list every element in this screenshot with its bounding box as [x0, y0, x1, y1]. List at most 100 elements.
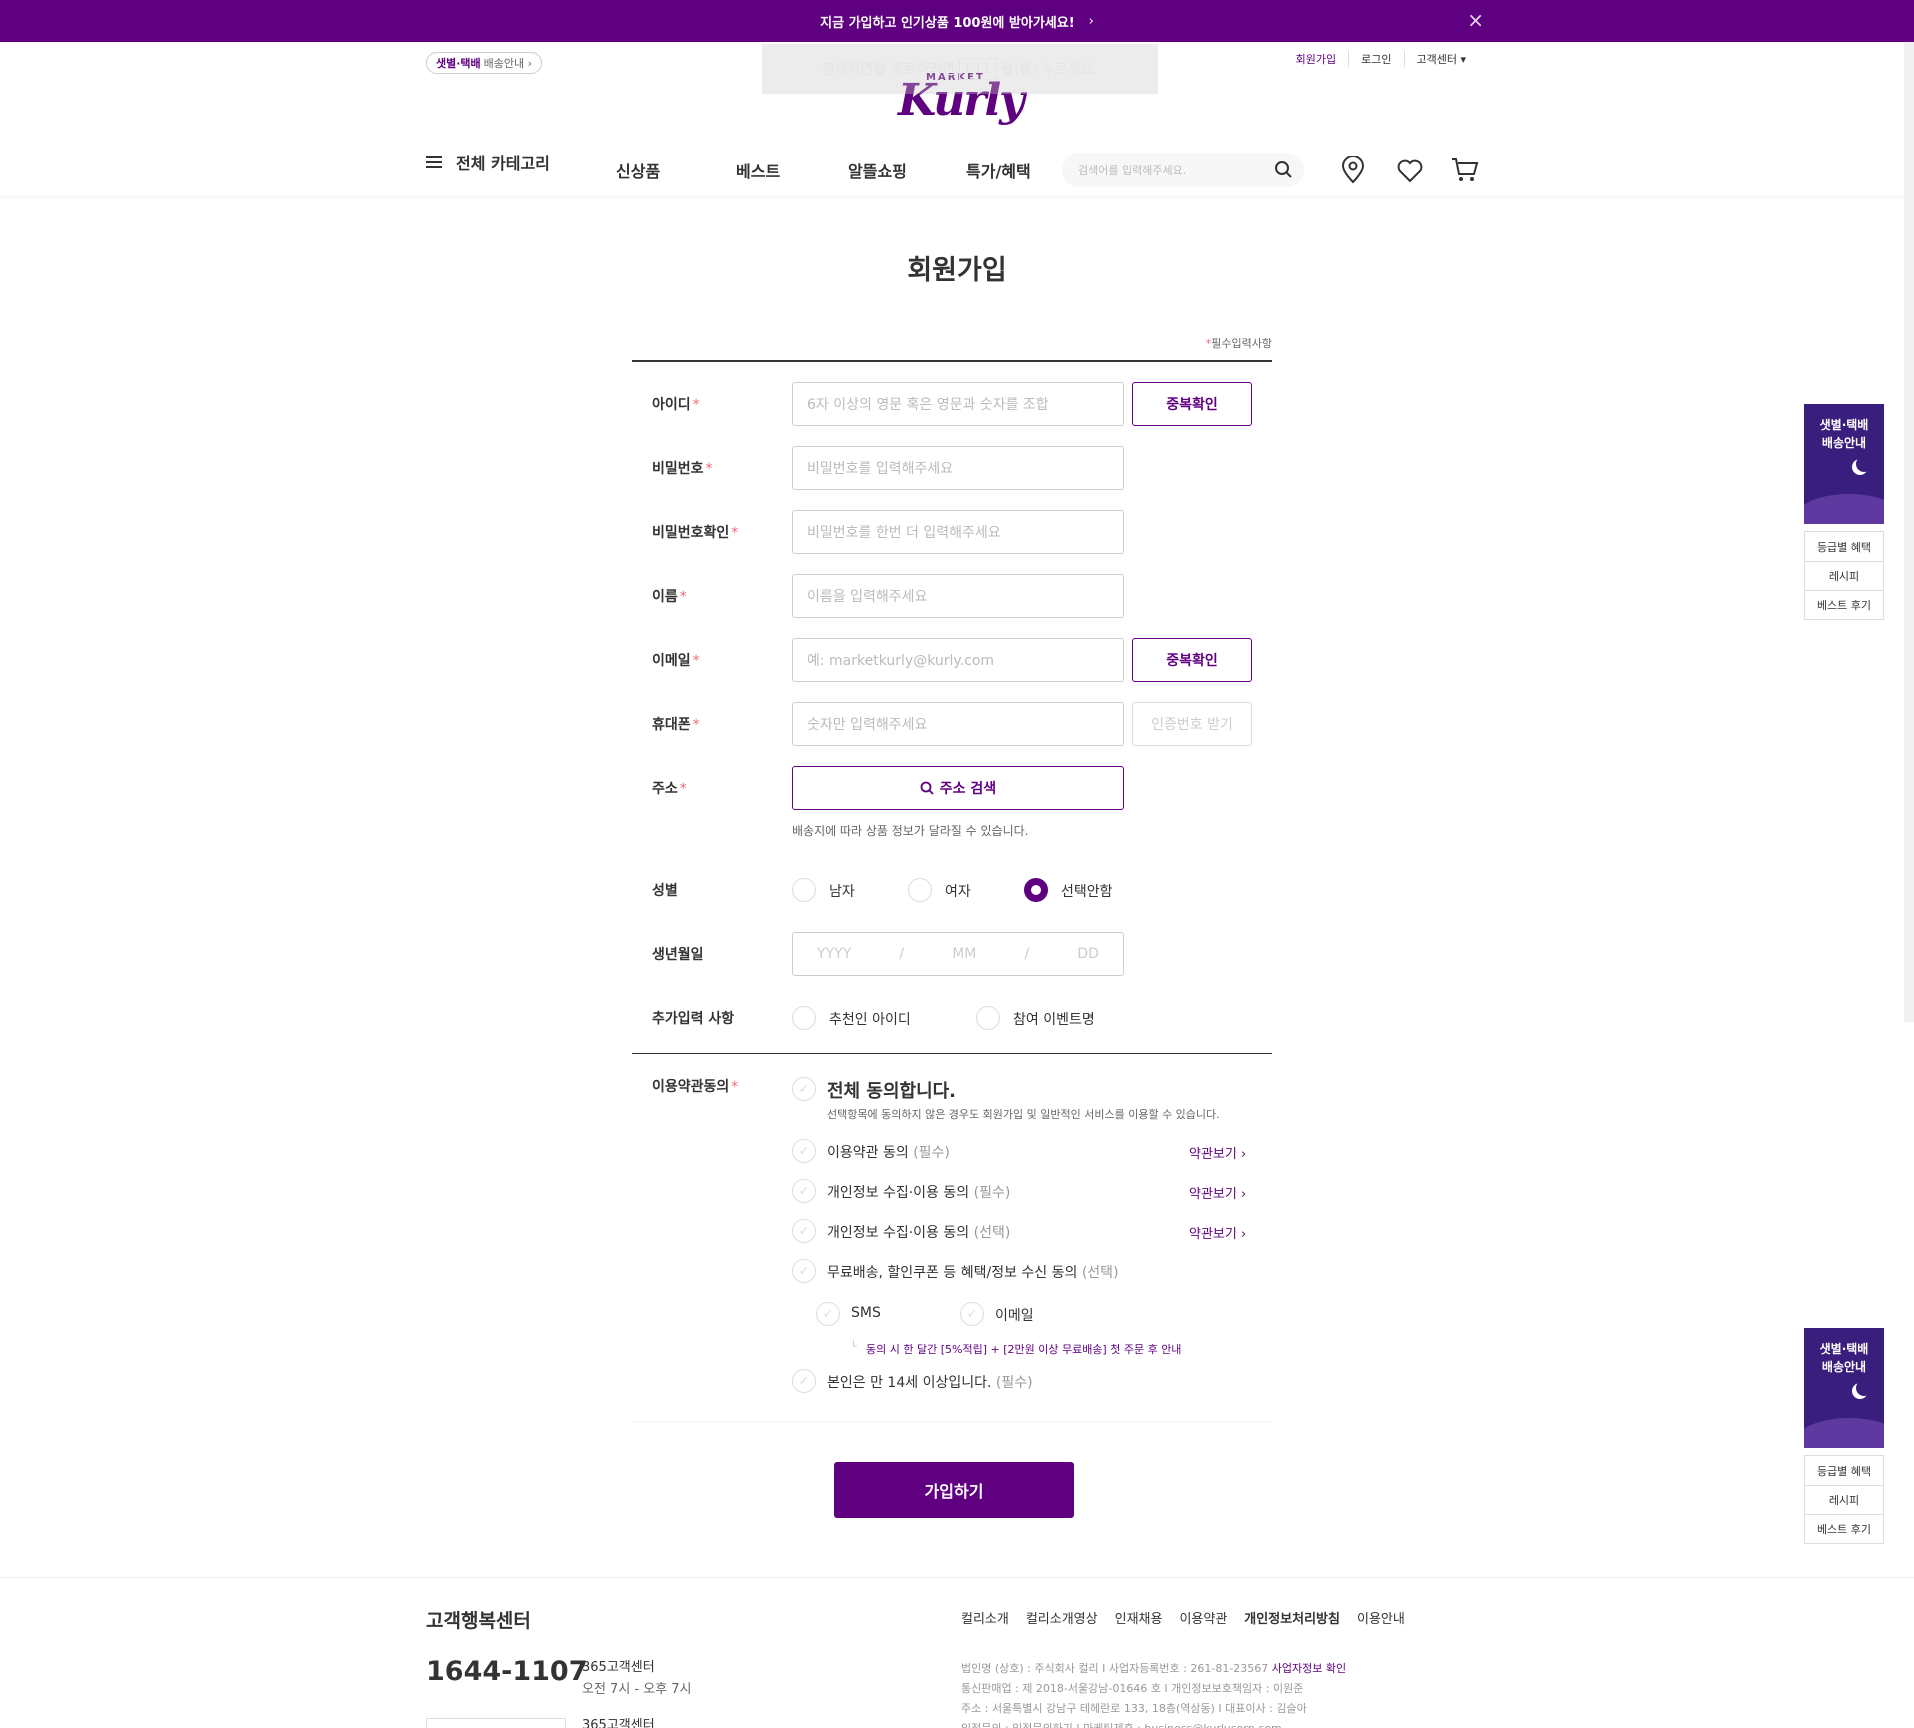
name-label-text: 이름 [652, 589, 678, 605]
marketing-consent-checkbox[interactable]: ✓ [792, 1259, 816, 1283]
terms-of-use-tag: (필수) [913, 1145, 950, 1161]
nav-special[interactable]: 특가/혜택 [966, 158, 1031, 182]
email-label-text: 이메일 [652, 653, 691, 669]
birth-month-input[interactable]: MM [952, 946, 976, 962]
agree-all-checkbox[interactable]: ✓ [792, 1077, 816, 1101]
age-consent-text: 본인은 만 14세 이상입니다. [827, 1375, 992, 1391]
phone-label-text: 휴대폰 [652, 717, 691, 733]
terms-of-use-view-link[interactable]: 약관보기 › [1189, 1143, 1246, 1162]
email-consent-checkbox[interactable]: ✓ [960, 1302, 984, 1326]
required-star: * [705, 461, 713, 477]
phone-input[interactable]: 숫자만 입력해주세요 [792, 702, 1124, 746]
phone-label: 휴대폰 * [652, 714, 700, 734]
privacy-required-text: 개인정보 수집·이용 동의 [827, 1185, 970, 1201]
id-duplicate-check-button[interactable]: 중복확인 [1132, 382, 1252, 426]
email-label: 이메일 * [652, 650, 700, 670]
birth-day-input[interactable]: DD [1077, 946, 1099, 962]
nav-best[interactable]: 베스트 [736, 158, 780, 182]
top-promo-banner[interactable]: 지금 가입하고 인기상품 100원에 받아가세요! › [0, 0, 1914, 42]
all-category-menu[interactable]: 전체 카테고리 [426, 150, 550, 174]
footer-link-video[interactable]: 컬리소개영상 [1026, 1608, 1098, 1627]
password-input[interactable]: 비밀번호를 입력해주세요 [792, 446, 1124, 490]
terms-label-text: 이용약관동의 [652, 1079, 730, 1095]
chevron-right-icon: › [1088, 13, 1094, 29]
privacy-optional-checkbox[interactable]: ✓ [792, 1219, 816, 1243]
sms-consent-checkbox[interactable]: ✓ [816, 1302, 840, 1326]
email-duplicate-check-button[interactable]: 중복확인 [1132, 638, 1252, 682]
banner-text: 지금 가입하고 인기상품 100원에 받아가세요! [820, 15, 1075, 31]
gender-female-label: 여자 [945, 884, 971, 900]
age-consent-checkbox[interactable]: ✓ [792, 1369, 816, 1393]
terms-of-use-checkbox[interactable]: ✓ [792, 1139, 816, 1163]
login-link[interactable]: 로그인 [1348, 51, 1403, 67]
scrollbar[interactable] [1904, 42, 1914, 1022]
location-pin-icon[interactable] [1340, 156, 1366, 184]
heart-icon[interactable] [1396, 158, 1424, 184]
event-name-label: 참여 이벤트명 [1013, 1012, 1095, 1028]
footer-link-guide[interactable]: 이용안내 [1357, 1608, 1405, 1627]
address-search-label: 주소 검색 [939, 781, 997, 797]
gender-male-radio[interactable] [792, 878, 816, 902]
age-consent-label: 본인은 만 14세 이상입니다. (필수) [827, 1372, 1033, 1392]
side-best-review-link[interactable]: 베스트 후기 [1805, 1514, 1883, 1543]
search-icon[interactable] [1274, 160, 1294, 180]
name-input[interactable]: 이름을 입력해주세요 [792, 574, 1124, 618]
privacy-optional-view-link[interactable]: 약관보기 › [1189, 1223, 1246, 1242]
address-label: 주소 * [652, 778, 687, 798]
delivery-info-pill[interactable]: 샛별·택배 배송안내 › [426, 52, 543, 74]
cart-icon[interactable] [1450, 156, 1480, 184]
signup-link[interactable]: 회원가입 [1284, 51, 1348, 67]
footer-link-about[interactable]: 컬리소개 [961, 1608, 1009, 1627]
nav-new[interactable]: 신상품 [616, 158, 660, 182]
signup-submit-button[interactable]: 가입하기 [834, 1462, 1074, 1518]
business-info-link[interactable]: 사업자정보 확인 [1272, 1662, 1346, 1675]
gender-none-radio[interactable] [1024, 878, 1048, 902]
privacy-optional-text: 개인정보 수집·이용 동의 [827, 1225, 970, 1241]
address-note: 배송지에 따라 상품 정보가 달라질 수 있습니다. [792, 824, 1029, 838]
footer-info-text: 법인명 (상호) : 주식회사 컬리 I 사업자등록번호 : 261-81-23… [961, 1662, 1269, 1675]
password-confirm-label: 비밀번호확인 * [652, 522, 738, 542]
top-utility-links: 회원가입 로그인 고객센터 ▾ [1284, 51, 1478, 67]
privacy-required-view-link[interactable]: 약관보기 › [1189, 1183, 1246, 1202]
age-consent-tag: (필수) [995, 1375, 1033, 1391]
side-recipe-link[interactable]: 레시피 [1805, 561, 1883, 590]
event-name-radio[interactable] [976, 1006, 1000, 1030]
address-search-button[interactable]: 주소 검색 [792, 766, 1124, 810]
side-banner-text: 샛별·택배 배송안내 [1819, 1342, 1869, 1374]
gender-female-radio[interactable] [908, 878, 932, 902]
moon-icon [1856, 1380, 1872, 1396]
sms-consent-label: SMS [851, 1305, 881, 1321]
required-star: * [692, 653, 700, 669]
search-input[interactable]: 검색어를 입력해주세요. [1062, 153, 1304, 187]
referrer-id-label: 추천인 아이디 [829, 1012, 911, 1028]
birth-year-input[interactable]: YYYY [817, 946, 851, 962]
request-auth-code-button[interactable]: 인증번호 받기 [1132, 702, 1252, 746]
side-best-review-link[interactable]: 베스트 후기 [1805, 590, 1883, 619]
side-grade-benefits-link[interactable]: 등급별 혜택 [1805, 532, 1883, 561]
cs-chat-button[interactable] [426, 1718, 566, 1728]
password-confirm-input[interactable]: 비밀번호를 한번 더 입력해주세요 [792, 510, 1124, 554]
side-recipe-link[interactable]: 레시피 [1805, 1485, 1883, 1514]
side-banner-text: 샛별·택배 배송안내 [1819, 418, 1869, 450]
customer-center-link[interactable]: 고객센터 ▾ [1403, 51, 1479, 67]
name-label: 이름 * [652, 586, 687, 606]
side-delivery-banner[interactable]: 샛별·택배 배송안내 [1804, 1328, 1884, 1448]
side-delivery-banner[interactable]: 샛별·택배 배송안내 [1804, 404, 1884, 524]
id-input[interactable]: 6자 이상의 영문 혹은 영문과 숫자를 조합 [792, 382, 1124, 426]
footer-link-terms[interactable]: 이용약관 [1179, 1608, 1227, 1627]
footer-divider [0, 1577, 1914, 1578]
email-input[interactable]: 예: marketkurly@kurly.com [792, 638, 1124, 682]
nav-cheap[interactable]: 알뜰쇼핑 [848, 158, 907, 182]
marketing-consent-tag: (선택) [1081, 1265, 1119, 1281]
close-icon[interactable]: × [1467, 10, 1484, 30]
footer-link-privacy[interactable]: 개인정보처리방침 [1244, 1608, 1340, 1627]
marketing-consent-text: 무료배송, 할인쿠폰 등 혜택/정보 수신 동의 [827, 1265, 1078, 1281]
birth-separator: / [899, 946, 905, 962]
terms-of-use-label: 이용약관 동의 (필수) [827, 1142, 950, 1162]
referrer-id-radio[interactable] [792, 1006, 816, 1030]
side-grade-benefits-link[interactable]: 등급별 혜택 [1805, 1456, 1883, 1485]
gender-label: 성별 [652, 883, 678, 899]
footer-link-careers[interactable]: 인재채용 [1115, 1608, 1163, 1627]
privacy-required-checkbox[interactable]: ✓ [792, 1179, 816, 1203]
promo-corner-icon: └ [850, 1340, 857, 1353]
